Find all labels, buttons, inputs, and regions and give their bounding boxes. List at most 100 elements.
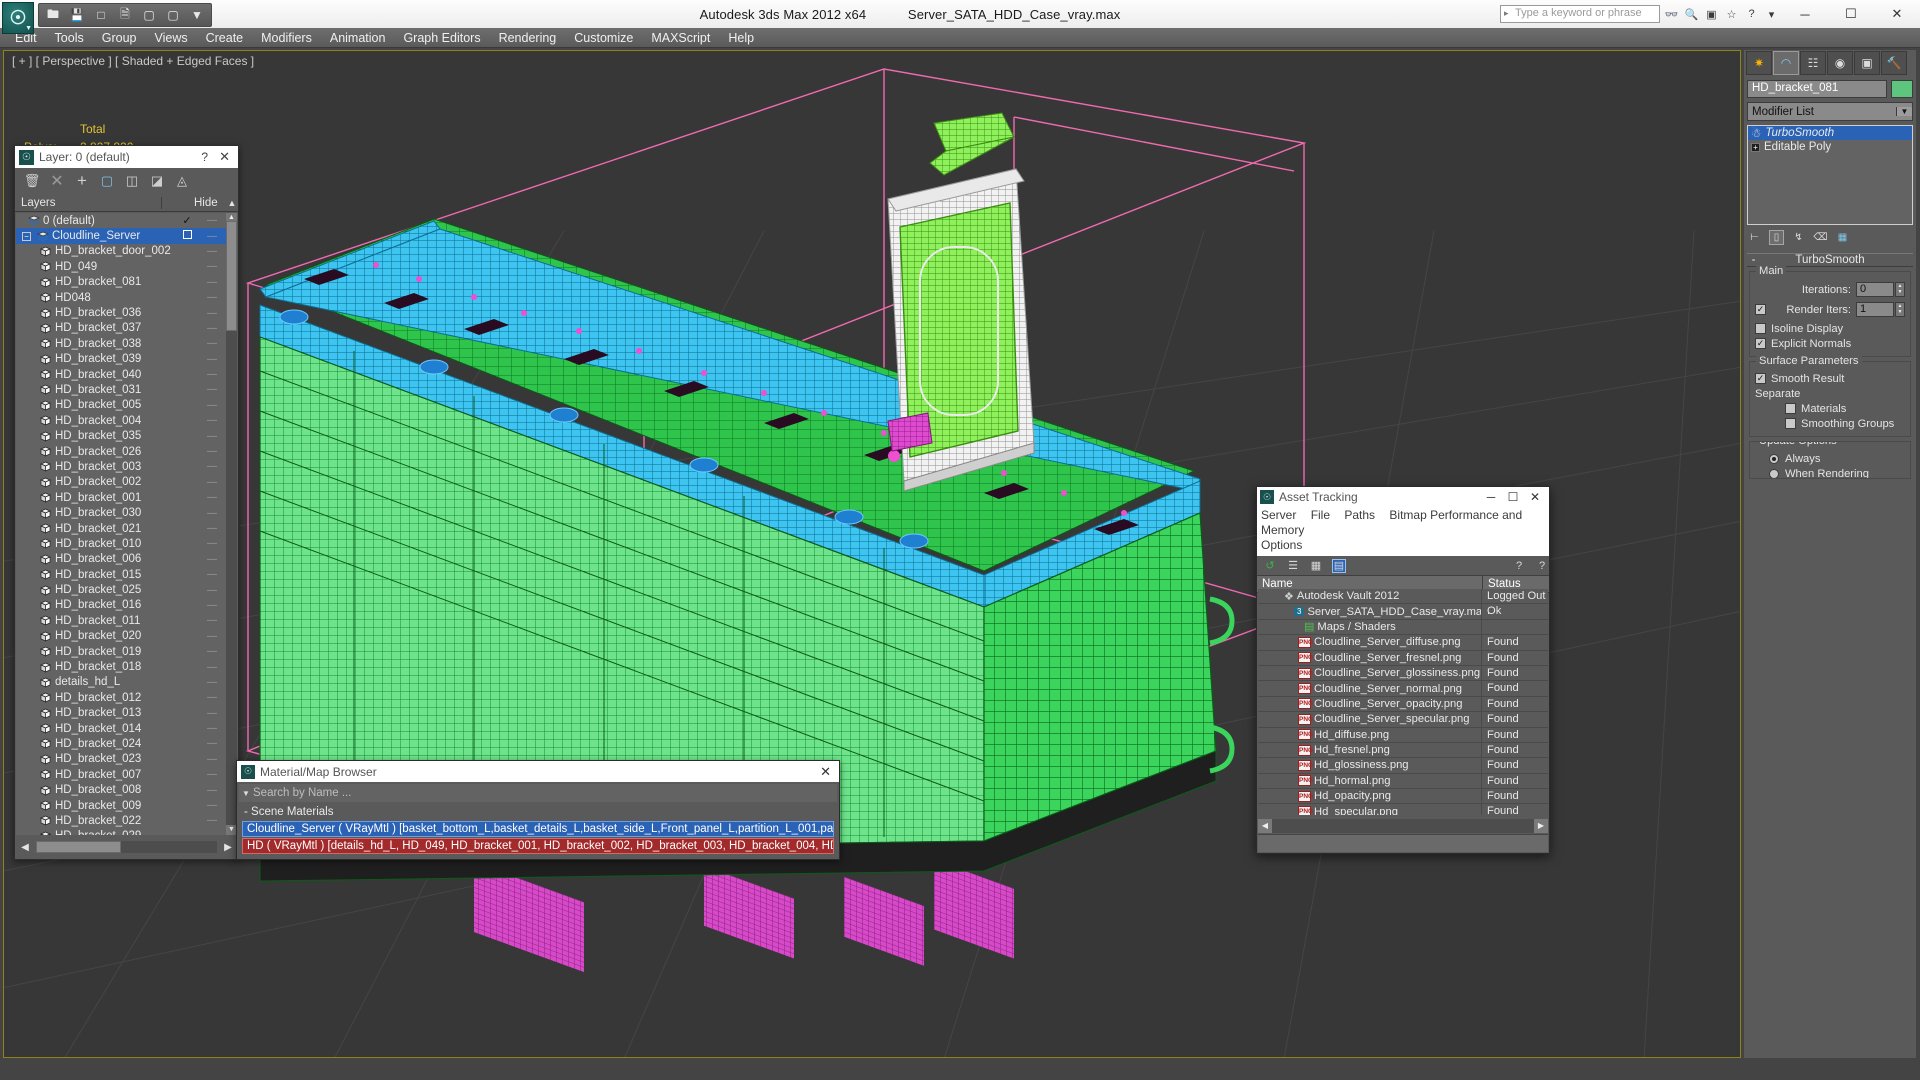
layer-row[interactable]: HD_bracket_019— — [16, 644, 237, 659]
help-new-icon[interactable]: ? — [1512, 559, 1526, 573]
scroll-left-icon[interactable]: ◀ — [1258, 819, 1272, 833]
layer-row[interactable]: HD_bracket_036— — [16, 305, 237, 320]
layer-row[interactable]: HD_bracket_002— — [16, 475, 237, 490]
new-layer-icon[interactable]: 🗑 — [24, 173, 41, 189]
asset-table-body[interactable]: ❖ Autodesk Vault 2012 Logged Out . 3 Server_… — [1258, 589, 1548, 815]
hierarchy-tab-icon[interactable]: ☷ — [1800, 51, 1826, 75]
star-icon[interactable]: ☆ — [1723, 6, 1740, 23]
close-icon[interactable]: ✕ — [816, 764, 835, 780]
layer-row[interactable]: HD_bracket_020— — [16, 629, 237, 644]
utilities-tab-icon[interactable]: 🔨 — [1881, 51, 1907, 75]
app-logo-button[interactable]: ☉ ▼ — [2, 2, 34, 34]
modifier-list-dropdown[interactable]: Modifier List ▼ — [1747, 102, 1913, 121]
add-selection-icon[interactable]: + — [74, 171, 90, 190]
help-icon[interactable]: ? — [1743, 6, 1760, 23]
modify-tab-icon[interactable]: ◠ — [1773, 51, 1799, 75]
layer-row[interactable]: HD_bracket_001— — [16, 490, 237, 505]
chevron-up-icon[interactable]: ▲ — [226, 198, 238, 208]
asset-row[interactable]: PNG Hd_glossiness.png Found — [1258, 758, 1548, 774]
create-tab-icon[interactable]: ✷ — [1746, 51, 1772, 75]
layer-properties-icon[interactable]: ◬ — [174, 173, 190, 189]
open-icon[interactable]: 🖿 — [43, 5, 63, 25]
remove-modifier-icon[interactable]: ⌫ — [1813, 230, 1828, 245]
workspace-icon[interactable]: ▣ — [1703, 6, 1720, 23]
asset-row[interactable]: PNG Hd_hormal.png Found — [1258, 773, 1548, 790]
field-always[interactable]: Always — [1755, 451, 1905, 466]
iterations-spinner[interactable]: ▲ ▼ — [1895, 282, 1905, 297]
layer-row[interactable]: HD_bracket_026— — [16, 444, 237, 459]
menu-item-help[interactable]: Help — [719, 30, 763, 46]
layer-row[interactable]: HD_bracket_031— — [16, 382, 237, 397]
chevron-down-icon[interactable]: ▾ — [1763, 6, 1780, 23]
layer-row[interactable]: HD_bracket_013— — [16, 706, 237, 721]
layer-row[interactable]: 0 (default) ✓ — — [16, 213, 237, 228]
layer-row[interactable]: HD_bracket_003— — [16, 459, 237, 474]
chevron-down-icon[interactable]: ▼ — [239, 789, 253, 798]
layer-row[interactable]: HD_bracket_door_002— — [16, 244, 237, 259]
layer-row[interactable]: details_hd_L — — [16, 675, 237, 690]
asset-row[interactable]: PNG Cloudline_Server_normal.png Found — [1258, 681, 1548, 697]
field-smoothing-groups[interactable]: ✓ Smoothing Groups — [1755, 416, 1905, 431]
layer-row[interactable]: HD_bracket_038— — [16, 336, 237, 351]
redo-icon[interactable]: 🗎 — [115, 5, 135, 25]
layer-row[interactable]: HD048— — [16, 290, 237, 305]
menu-item-file[interactable]: File — [1311, 508, 1330, 522]
field-explicit-normals[interactable]: ✓ Explicit Normals — [1755, 336, 1905, 351]
explicit-normals-checkbox[interactable]: ✓ — [1755, 338, 1766, 349]
scroll-left-icon[interactable]: ◀ — [16, 842, 34, 853]
menu-item-tools[interactable]: Tools — [46, 30, 93, 46]
layer-row[interactable]: HD_bracket_015— — [16, 567, 237, 582]
menu-item-graph-editors[interactable]: Graph Editors — [394, 30, 489, 46]
menu-item-create[interactable]: Create — [197, 30, 253, 46]
scroll-right-icon[interactable]: ▶ — [1534, 819, 1548, 833]
always-radio[interactable] — [1769, 453, 1779, 464]
layer-row[interactable]: HD_bracket_011— — [16, 613, 237, 628]
hide-layer-icon[interactable]: ◪ — [149, 173, 165, 189]
layer-row[interactable]: HD_bracket_012— — [16, 690, 237, 705]
layer-row[interactable]: HD_bracket_016— — [16, 598, 237, 613]
save-icon[interactable]: 💾 — [67, 5, 87, 25]
field-materials[interactable]: ✓ Materials — [1755, 401, 1905, 416]
menu-item-rendering[interactable]: Rendering — [490, 30, 566, 46]
select-icon[interactable]: ▢ — [139, 5, 159, 25]
smoothing-groups-checkbox[interactable]: ✓ — [1785, 418, 1796, 429]
help-icon[interactable]: ? — [194, 150, 215, 164]
configure-sets-icon[interactable]: ▦ — [1835, 230, 1850, 245]
asset-row[interactable]: PNG Cloudline_Server_glossiness.png Found — [1258, 665, 1548, 682]
layer-row[interactable]: HD_bracket_008— — [16, 782, 237, 797]
make-unique-icon[interactable]: ↯ — [1791, 230, 1806, 245]
menu-item-options[interactable]: Options — [1261, 538, 1302, 552]
object-name-field[interactable]: HD_bracket_081 — [1747, 80, 1887, 98]
search-input[interactable]: Search by Name ... — [253, 787, 351, 799]
layer-list-scrollbar[interactable]: ▲ ▼ — [226, 213, 237, 835]
layer-row[interactable]: HD_bracket_025— — [16, 582, 237, 597]
layer-row[interactable]: HD_bracket_006— — [16, 552, 237, 567]
select-objects-icon[interactable]: ▢ — [99, 173, 115, 189]
asset-row[interactable]: PNG Hd_diffuse.png Found — [1258, 727, 1548, 743]
delete-layer-icon[interactable]: ✕ — [49, 173, 65, 190]
list-view-icon[interactable]: ☰ — [1286, 559, 1300, 573]
expand-icon[interactable]: + — [1751, 142, 1760, 152]
minimize-button[interactable]: ─ — [1480, 490, 1502, 504]
menu-item-modifiers[interactable]: Modifiers — [252, 30, 321, 46]
menu-item-maxscript[interactable]: MAXScript — [642, 30, 719, 46]
when-rendering-radio[interactable] — [1769, 468, 1779, 478]
field-smooth-result[interactable]: ✓ Smooth Result — [1755, 371, 1905, 386]
layer-active-check[interactable] — [173, 230, 201, 242]
layer-row[interactable]: HD_bracket_007— — [16, 767, 237, 782]
mmb-search-row[interactable]: ▼ Search by Name ... — [239, 784, 837, 802]
asset-tracking-window[interactable]: ☉ Asset Tracking ─ ☐ ✕ Server File Paths… — [1256, 486, 1550, 854]
menu-item-views[interactable]: Views — [145, 30, 196, 46]
field-when-rendering[interactable]: When Rendering — [1755, 466, 1905, 478]
asset-row[interactable]: PNG Hd_specular.png Found — [1258, 804, 1548, 815]
render-iters-spinner[interactable]: ▲ ▼ — [1895, 302, 1905, 317]
iterations-input[interactable]: 0 — [1856, 282, 1894, 297]
maximize-button[interactable]: ☐ — [1502, 490, 1524, 504]
asset-table-hscroll[interactable]: ◀ ▶ — [1258, 819, 1548, 833]
layer-row[interactable]: HD_bracket_039— — [16, 352, 237, 367]
motion-tab-icon[interactable]: ◉ — [1827, 51, 1853, 75]
layer-row[interactable]: HD_bracket_035— — [16, 428, 237, 443]
isoline-display-checkbox[interactable]: ✓ — [1755, 323, 1766, 334]
command-panel[interactable]: ✷ ◠ ☷ ◉ ▣ 🔨 HD_bracket_081 Modifier List… — [1744, 50, 1916, 1058]
layer-row[interactable]: HD_bracket_021— — [16, 521, 237, 536]
